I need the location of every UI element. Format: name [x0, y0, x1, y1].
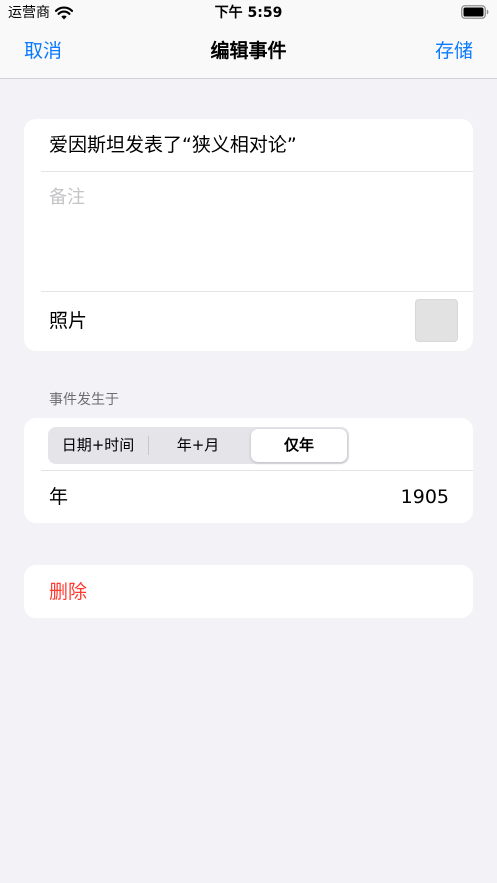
- year-label: 年: [49, 486, 69, 508]
- save-button[interactable]: 存储: [435, 38, 473, 64]
- date-mode-segmented-control: 日期+时间 年+月 仅年: [48, 427, 349, 464]
- photo-thumbnail[interactable]: [415, 299, 458, 342]
- photo-label: 照片: [49, 310, 88, 332]
- event-title-field[interactable]: 爱因斯坦发表了“狭义相对论”: [24, 119, 473, 171]
- year-value[interactable]: 1905: [401, 484, 449, 510]
- status-time: 下午 5:59: [214, 5, 283, 21]
- event-details-card: 爱因斯坦发表了“狭义相对论” 备注 照片: [24, 119, 473, 351]
- event-title-text: 爱因斯坦发表了“狭义相对论”: [49, 134, 297, 156]
- segment-year-only[interactable]: 仅年: [251, 429, 347, 462]
- date-card: 日期+时间 年+月 仅年 年 1905: [24, 418, 473, 523]
- delete-label: 删除: [49, 581, 88, 603]
- section-header-occurred: 事件发生于: [49, 392, 119, 408]
- photo-row[interactable]: 照片: [24, 292, 473, 351]
- notes-placeholder: 备注: [49, 187, 85, 208]
- notes-field[interactable]: 备注: [24, 172, 473, 291]
- status-bar: 运营商 下午 5:59: [0, 0, 497, 26]
- nav-bar: 取消 编辑事件 存储: [0, 26, 497, 79]
- year-row[interactable]: 年 1905: [24, 471, 473, 523]
- page-title: 编辑事件: [210, 40, 287, 62]
- battery-icon: [461, 5, 489, 19]
- segment-year-month[interactable]: 年+月: [148, 427, 248, 464]
- segment-date-time[interactable]: 日期+时间: [48, 427, 148, 464]
- delete-button[interactable]: 删除: [24, 565, 473, 618]
